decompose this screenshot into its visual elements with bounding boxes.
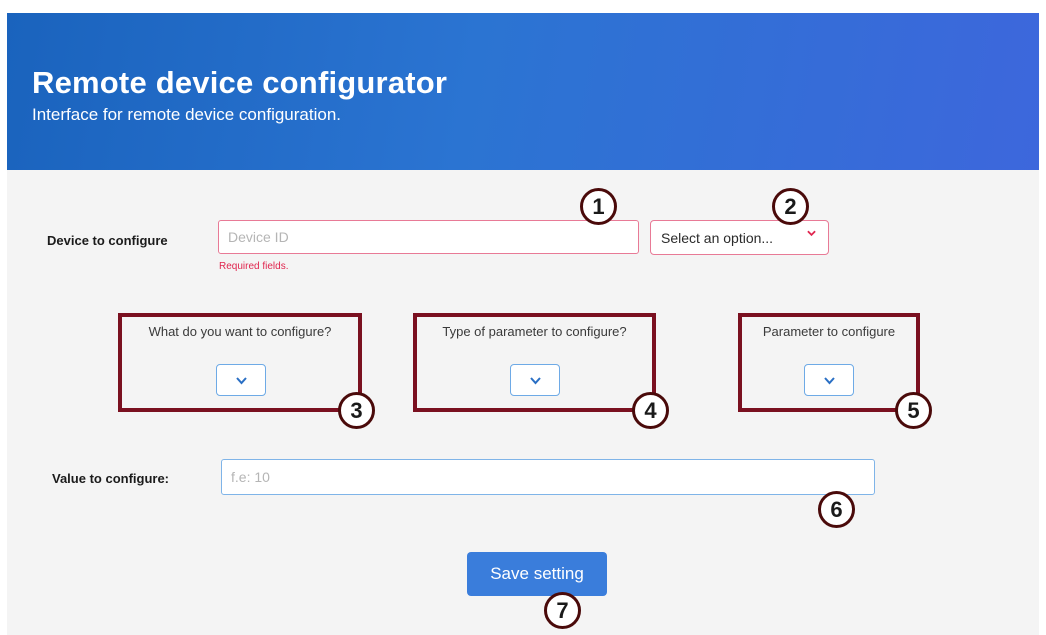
value-label: Value to configure:	[52, 471, 170, 486]
annotation-badge-4: 4	[632, 392, 669, 429]
parameter-dropdown[interactable]	[804, 364, 854, 396]
device-id-input[interactable]	[218, 220, 639, 254]
device-type-select-value: Select an option...	[661, 229, 774, 246]
parameter-type-dropdown[interactable]	[510, 364, 560, 396]
annotation-badge-3: 3	[338, 392, 375, 429]
parameter-type-box: Type of parameter to configure?	[413, 313, 656, 412]
chevron-down-icon	[236, 377, 247, 385]
chevron-down-icon	[824, 377, 835, 385]
parameter-type-label: Type of parameter to configure?	[442, 324, 627, 339]
annotation-badge-1: 1	[580, 188, 617, 225]
annotation-badge-5: 5	[895, 392, 932, 429]
chevron-down-icon	[807, 230, 816, 237]
page-header: Remote device configurator Interface for…	[7, 13, 1039, 170]
value-input[interactable]	[221, 459, 875, 495]
annotation-badge-6: 6	[818, 491, 855, 528]
parameter-label: Parameter to configure	[762, 324, 896, 339]
config-what-label: What do you want to configure?	[148, 324, 332, 339]
parameter-box: Parameter to configure	[738, 313, 920, 412]
chevron-down-icon	[530, 377, 541, 385]
page-frame: Remote device configurator Interface for…	[7, 13, 1039, 635]
annotation-badge-7: 7	[544, 592, 581, 629]
annotation-badge-2: 2	[772, 188, 809, 225]
device-type-select[interactable]: Select an option...	[650, 220, 829, 255]
save-setting-button[interactable]: Save setting	[467, 552, 607, 596]
device-label: Device to configure	[47, 233, 168, 248]
page-subtitle: Interface for remote device configuratio…	[32, 105, 341, 124]
required-fields-error: Required fields.	[219, 261, 289, 272]
page-title: Remote device configurator	[32, 65, 448, 100]
config-what-dropdown[interactable]	[216, 364, 266, 396]
config-what-box: What do you want to configure?	[118, 313, 362, 412]
